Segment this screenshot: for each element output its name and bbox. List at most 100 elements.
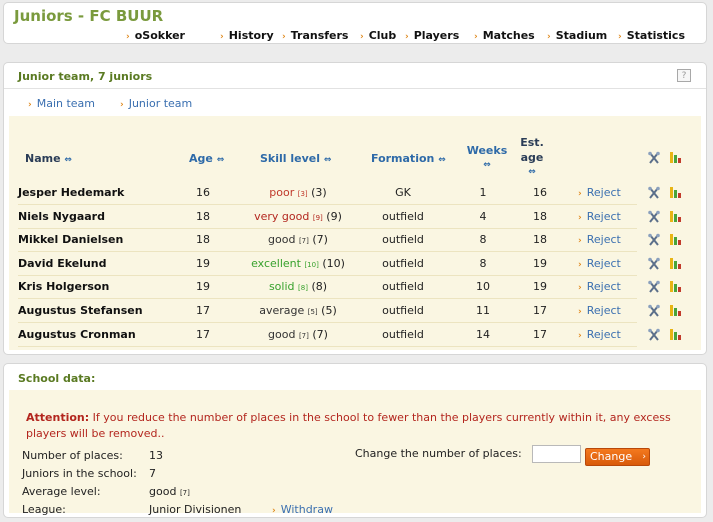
level-text: good	[149, 485, 177, 498]
change-button[interactable]: Change ›	[585, 448, 650, 466]
skill-small: [5]	[307, 308, 318, 316]
arrow-right-icon: ›	[220, 32, 224, 42]
player-weeks: 8	[479, 233, 487, 247]
skill-number: (5)	[321, 304, 337, 317]
column-header-skill[interactable]: Skill level ⇔	[260, 151, 331, 168]
sort-icon: ⇔	[528, 167, 536, 177]
nav-label: Club	[368, 29, 397, 42]
player-age: 18	[196, 209, 210, 223]
sort-icon: ⇔	[438, 155, 446, 165]
level-small: [7]	[179, 489, 190, 497]
tools-icon[interactable]	[647, 186, 661, 200]
nav-stadium[interactable]: › Stadium	[547, 29, 607, 42]
reject-link[interactable]: › Reject	[578, 257, 621, 270]
stats-chart-icon[interactable]	[669, 232, 683, 246]
skill-label: good	[268, 233, 296, 247]
arrow-right-icon: ›	[405, 32, 409, 42]
reject-label: Reject	[586, 209, 621, 223]
nav-label: Players	[413, 29, 460, 42]
nav-club[interactable]: › Club	[360, 29, 396, 42]
link-main-team[interactable]: › Main team	[28, 97, 95, 110]
stats-chart-icon[interactable]	[669, 185, 683, 199]
nav-players[interactable]: › Players	[405, 29, 459, 42]
link-junior-team[interactable]: › Junior team	[120, 97, 192, 110]
player-name[interactable]: David Ekelund	[18, 257, 107, 270]
stats-chart-icon[interactable]	[669, 256, 683, 270]
skill-small: [7]	[298, 237, 309, 246]
table-row: David Ekelund 19 excellent [10] (10) outfie…	[18, 253, 637, 276]
arrow-right-icon: ›	[120, 100, 124, 110]
player-age: 17	[196, 304, 210, 317]
player-name[interactable]: Kris Holgerson	[18, 280, 109, 293]
player-est-age: 19	[533, 280, 547, 294]
arrow-right-icon: ›	[578, 236, 582, 247]
player-name[interactable]: Augustus Stefansen	[18, 304, 143, 317]
player-skill: good [7] (7)	[228, 328, 368, 341]
player-formation: outfield	[382, 209, 424, 223]
table-row: Augustus Stefansen 17 average [5] (5) outfi…	[18, 300, 637, 323]
reject-link[interactable]: › Reject	[578, 328, 621, 341]
arrow-right-icon: ›	[642, 452, 646, 462]
player-name[interactable]: Augustus Cronman	[18, 328, 136, 341]
level-label: Average level:	[22, 485, 101, 498]
reject-link[interactable]: › Reject	[578, 186, 621, 199]
withdraw-link[interactable]: › Withdraw	[272, 503, 333, 516]
nav-osokker[interactable]: › oSokker	[126, 29, 185, 42]
table-row: Augustus Cronman 17 good [7] (7) outfield 14…	[18, 324, 637, 347]
stats-chart-icon[interactable]	[669, 327, 683, 341]
tools-icon[interactable]	[647, 280, 661, 294]
header-label: Skill level	[260, 152, 321, 165]
skill-label: excellent	[251, 256, 301, 270]
nav-history[interactable]: › History	[220, 29, 274, 42]
skill-label: very good	[254, 209, 310, 223]
tools-icon[interactable]	[647, 210, 661, 224]
column-header-name[interactable]: Name ⇔	[25, 151, 72, 168]
skill-small: [10]	[304, 260, 319, 269]
column-header-weeks[interactable]: Weeks ⇔	[466, 143, 508, 173]
player-name[interactable]: Jesper Hedemark	[18, 186, 124, 199]
tools-icon[interactable]	[647, 328, 661, 342]
nav-transfers[interactable]: › Transfers	[282, 29, 348, 42]
player-weeks: 1	[479, 186, 487, 199]
player-weeks: 11	[476, 304, 490, 317]
column-header-est-age[interactable]: Est. age ⇔	[514, 135, 550, 180]
table-row: Kris Holgerson 19 solid [8] (8) outfield 10 1…	[18, 276, 637, 300]
stats-chart-icon[interactable]	[669, 303, 683, 317]
column-header-formation[interactable]: Formation ⇔	[371, 151, 446, 168]
stats-chart-icon[interactable]	[669, 279, 683, 293]
skill-small: [8]	[298, 284, 308, 293]
player-age: 19	[196, 256, 210, 270]
skill-label: average	[259, 304, 305, 317]
change-places-label: Change the number of places:	[355, 447, 522, 460]
arrow-right-icon: ›	[578, 259, 582, 270]
stats-chart-icon[interactable]	[669, 209, 683, 223]
nav-matches[interactable]: › Matches	[474, 29, 535, 42]
help-icon[interactable]: ?	[677, 69, 691, 82]
panel-title: Junior team, 7 juniors	[18, 70, 153, 83]
tools-icon[interactable]	[647, 304, 661, 318]
stats-chart-icon[interactable]	[669, 150, 683, 164]
places-value: 13	[149, 449, 163, 462]
reject-label: Reject	[586, 304, 621, 317]
reject-link[interactable]: › Reject	[578, 280, 621, 293]
player-skill: average [5] (5)	[228, 304, 368, 317]
reject-label: Reject	[586, 256, 621, 270]
tools-icon[interactable]	[647, 257, 661, 271]
nav-statistics[interactable]: › Statistics	[618, 29, 685, 42]
skill-label: poor	[269, 186, 295, 199]
header-label: Age	[189, 152, 213, 165]
player-name[interactable]: Mikkel Danielsen	[18, 233, 123, 246]
places-input[interactable]	[532, 445, 581, 463]
reject-link[interactable]: › Reject	[578, 210, 621, 223]
attention-text: If you reduce the number of places in th…	[26, 411, 671, 440]
header-panel: Juniors - FC BUUR › oSokker › History › Tra…	[3, 2, 707, 44]
player-name[interactable]: Niels Nygaard	[18, 210, 105, 223]
reject-link[interactable]: › Reject	[578, 233, 621, 246]
tools-icon[interactable]	[647, 151, 661, 165]
reject-link[interactable]: › Reject	[578, 304, 621, 317]
table-row: Mikkel Danielsen 18 good [7] (7) outfield 8 1…	[18, 229, 637, 253]
column-header-age[interactable]: Age ⇔	[189, 151, 224, 168]
level-value: good [7]	[149, 485, 190, 498]
link-label: Main team	[36, 97, 96, 110]
tools-icon[interactable]	[647, 233, 661, 247]
